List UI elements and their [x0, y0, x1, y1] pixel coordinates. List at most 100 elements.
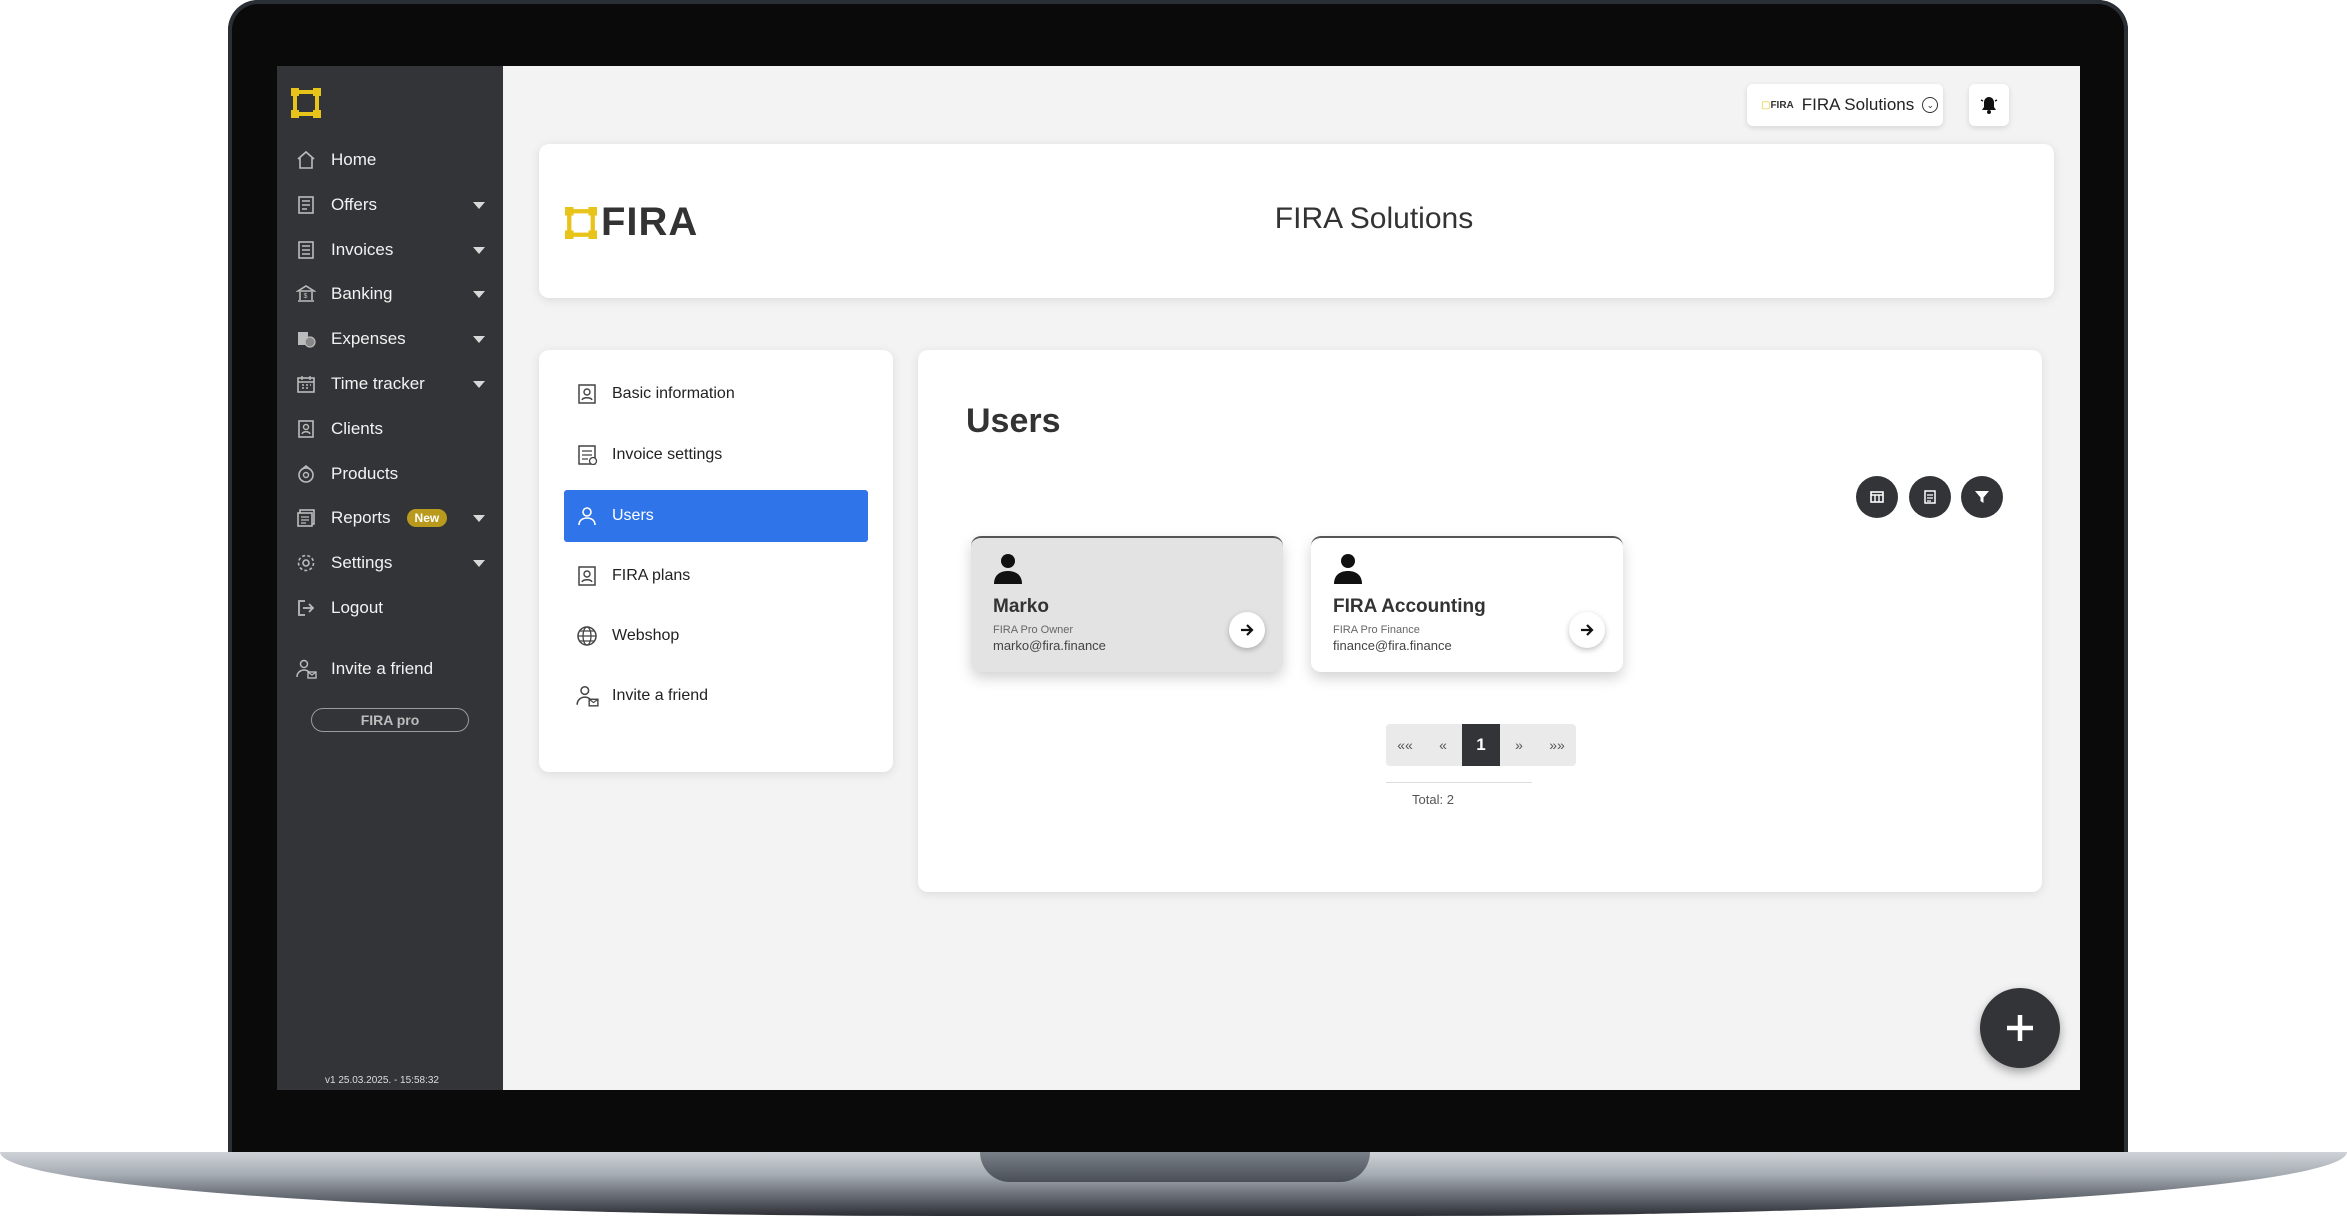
user-email: finance@fira.finance	[1333, 638, 1452, 653]
company-title: FIRA Solutions	[1274, 202, 1474, 235]
settings-item-users[interactable]: Users	[564, 490, 868, 542]
user-card-marko[interactable]: Marko FIRA Pro Owner marko@fira.finance	[971, 536, 1283, 672]
sidebar-item-settings[interactable]: Settings	[277, 541, 503, 585]
pagination-divider	[1386, 782, 1532, 783]
sidebar-item-label: Clients	[331, 419, 383, 438]
user-card-fira-accounting[interactable]: FIRA Accounting FIRA Pro Finance finance…	[1311, 536, 1623, 672]
bell-icon	[1980, 97, 1998, 114]
sidebar: Home Offers Invoices $ Banking Expenses …	[277, 66, 503, 1090]
expenses-icon	[295, 328, 317, 350]
settings-item-fira-plans[interactable]: FIRA plans	[564, 550, 868, 602]
arrow-right-icon	[1581, 624, 1594, 636]
company-switcher-name: FIRA Solutions	[1801, 95, 1915, 114]
settings-item-basic-information[interactable]: Basic information	[564, 368, 868, 420]
sidebar-item-label: Products	[331, 464, 399, 483]
version-label: v1 25.03.2025. - 15:58:32	[325, 1075, 439, 1086]
invite-friend-icon	[574, 683, 600, 709]
caret-down-icon	[473, 514, 485, 522]
first-page-button[interactable]: ««	[1386, 724, 1424, 766]
page-title: Users	[966, 402, 1061, 440]
sidebar-item-label: Invite a friend	[331, 659, 434, 678]
last-page-button[interactable]: »»	[1538, 724, 1576, 766]
caret-down-icon	[473, 290, 485, 298]
company-mini-logo: ▢FIRA	[1761, 99, 1794, 111]
sidebar-item-home[interactable]: Home	[277, 138, 503, 182]
sidebar-item-label: Expenses	[331, 329, 406, 348]
home-icon	[295, 149, 317, 171]
open-user-button[interactable]	[1569, 612, 1605, 648]
user-avatar-icon	[1334, 554, 1362, 584]
products-icon	[295, 463, 317, 485]
sidebar-item-label: Logout	[331, 598, 383, 617]
gear-icon	[295, 552, 317, 574]
pagination: «« « 1 » »»	[1386, 724, 1576, 766]
filter-icon	[1975, 491, 1989, 503]
sidebar-item-label: Reports	[331, 508, 391, 527]
table-view-button[interactable]	[1856, 476, 1898, 518]
settings-item-webshop[interactable]: Webshop	[564, 610, 868, 662]
svg-text:$: $	[304, 293, 308, 300]
settings-item-invite-friend[interactable]: Invite a friend	[564, 670, 868, 722]
prev-page-button[interactable]: «	[1424, 724, 1462, 766]
sidebar-item-label: Offers	[331, 195, 377, 214]
settings-item-label: Invite a friend	[612, 687, 709, 704]
user-avatar-icon	[994, 554, 1022, 584]
app-screen: Home Offers Invoices $ Banking Expenses …	[277, 66, 2080, 1090]
settings-item-label: Basic information	[612, 385, 735, 402]
fira-pro-button[interactable]: FIRA pro	[311, 708, 469, 732]
sidebar-item-expenses[interactable]: Expenses	[277, 317, 503, 361]
user-name: FIRA Accounting	[1333, 596, 1486, 617]
chevron-down-icon: ⌄	[1922, 97, 1939, 113]
open-user-button[interactable]	[1229, 612, 1265, 648]
bank-icon: $	[295, 283, 317, 305]
current-page-button[interactable]: 1	[1462, 724, 1500, 766]
plans-icon	[574, 563, 600, 589]
logout-icon	[295, 597, 317, 619]
total-count: Total: 2	[1412, 792, 1454, 807]
notifications-button[interactable]	[1969, 84, 2009, 126]
add-user-button[interactable]	[1980, 988, 2060, 1068]
settings-item-label: Users	[612, 507, 654, 524]
sidebar-item-invoices[interactable]: Invoices	[277, 228, 503, 272]
caret-down-icon	[473, 201, 485, 209]
sidebar-item-clients[interactable]: Clients	[277, 407, 503, 451]
next-page-button[interactable]: »	[1500, 724, 1538, 766]
clients-icon	[295, 418, 317, 440]
sidebar-item-label: Banking	[331, 284, 393, 303]
table-view-icon	[1870, 491, 1884, 503]
settings-item-invoice-settings[interactable]: Invoice settings	[564, 429, 868, 481]
settings-item-label: Invoice settings	[612, 446, 723, 463]
export-icon	[1924, 490, 1936, 504]
sidebar-item-logout[interactable]: Logout	[277, 586, 503, 630]
document-icon	[295, 194, 317, 216]
sidebar-item-label: Time tracker	[331, 374, 425, 393]
caret-down-icon	[473, 380, 485, 388]
caret-down-icon	[473, 559, 485, 567]
sidebar-item-banking[interactable]: $ Banking	[277, 272, 503, 316]
sidebar-item-time-tracker[interactable]: Time tracker	[277, 362, 503, 406]
sidebar-item-reports[interactable]: Reports New	[277, 496, 503, 540]
reports-icon	[295, 507, 317, 529]
user-email: marko@fira.finance	[993, 638, 1106, 653]
settings-item-label: Webshop	[612, 627, 680, 644]
users-panel: Users Marko FIRA Pro Owner marko@fira.fi…	[918, 350, 2042, 892]
user-role: FIRA Pro Finance	[1333, 624, 1420, 636]
company-header-card: FIRA FIRA Solutions	[539, 144, 2054, 298]
sidebar-item-products[interactable]: Products	[277, 452, 503, 496]
user-name: Marko	[993, 596, 1049, 617]
laptop-hinge	[980, 1152, 1370, 1182]
invoice-icon	[295, 239, 317, 261]
export-button[interactable]	[1909, 476, 1951, 518]
settings-item-label: FIRA plans	[612, 567, 691, 584]
company-switcher[interactable]: ▢FIRA FIRA Solutions ⌄	[1747, 84, 1943, 126]
sidebar-item-label: Home	[331, 150, 377, 169]
caret-down-icon	[473, 246, 485, 254]
caret-down-icon	[473, 335, 485, 343]
settings-menu: Basic information Invoice settings Users…	[539, 350, 893, 772]
user-icon	[574, 503, 600, 529]
sidebar-item-invite-friend[interactable]: Invite a friend	[277, 647, 503, 691]
sidebar-item-label: Invoices	[331, 240, 394, 259]
fira-logo-icon[interactable]	[291, 88, 321, 118]
filter-button[interactable]	[1961, 476, 2003, 518]
sidebar-item-offers[interactable]: Offers	[277, 183, 503, 227]
